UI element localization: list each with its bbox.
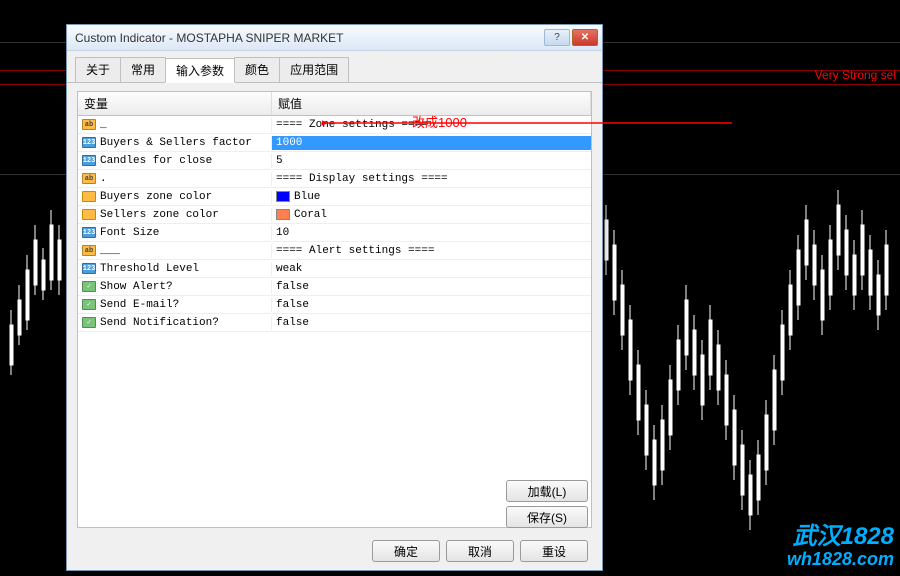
ok-button[interactable]: 确定 <box>372 540 440 562</box>
123-type-icon: 123 <box>82 155 96 166</box>
param-row[interactable]: ✓ Send Notification? false <box>78 314 591 332</box>
save-button[interactable]: 保存(S) <box>506 506 588 528</box>
param-name: Send Notification? <box>100 317 219 329</box>
param-name: Threshold Level <box>100 263 199 275</box>
help-button[interactable]: ? <box>544 29 570 46</box>
param-value[interactable]: Coral <box>272 208 591 222</box>
bool-type-icon: ✓ <box>82 299 96 310</box>
param-value[interactable]: 10 <box>272 226 591 240</box>
123-type-icon: 123 <box>82 263 96 274</box>
param-value[interactable]: 5 <box>272 154 591 168</box>
param-name: Show Alert? <box>100 281 173 293</box>
param-value[interactable]: Blue <box>272 190 591 204</box>
param-value[interactable]: false <box>272 316 591 330</box>
param-row[interactable]: ab ___ ==== Alert settings ==== <box>78 242 591 260</box>
color-swatch <box>276 209 290 220</box>
reset-button[interactable]: 重设 <box>520 540 588 562</box>
param-name: Candles for close <box>100 155 212 167</box>
parameters-grid: 变量 赋值 ab_==== Zone settings ====123Buyer… <box>77 91 592 528</box>
tab-2[interactable]: 输入参数 <box>165 58 235 83</box>
param-value[interactable]: ==== Display settings ==== <box>272 172 591 186</box>
ab-type-icon: ab <box>82 173 96 184</box>
param-value[interactable]: weak <box>272 262 591 276</box>
param-name: Buyers zone color <box>100 191 212 203</box>
param-row[interactable]: ab. ==== Display settings ==== <box>78 170 591 188</box>
param-name: Sellers zone color <box>100 209 219 221</box>
color-type-icon <box>82 191 96 202</box>
param-name: Font Size <box>100 227 159 239</box>
param-name: . <box>100 173 107 185</box>
watermark-line2: wh1828.com <box>787 550 894 570</box>
param-name: Send E-mail? <box>100 299 179 311</box>
annotation-text: 改成1000 <box>412 112 467 131</box>
123-type-icon: 123 <box>82 137 96 148</box>
watermark-line1: 武汉1828 <box>787 524 894 550</box>
tab-3[interactable]: 颜色 <box>234 57 280 82</box>
param-row[interactable]: 123 Threshold Level weak <box>78 260 591 278</box>
watermark: 武汉1828 wh1828.com <box>787 524 894 570</box>
indicator-dialog: Custom Indicator - MOSTAPHA SNIPER MARKE… <box>66 24 603 571</box>
param-value[interactable]: 1000 <box>272 136 591 150</box>
param-row[interactable]: ab_==== Zone settings ==== <box>78 116 591 134</box>
tab-strip: 关于常用输入参数颜色应用范围 <box>67 51 602 83</box>
param-row[interactable]: Buyers zone color Blue <box>78 188 591 206</box>
param-value[interactable]: false <box>272 298 591 312</box>
tab-4[interactable]: 应用范围 <box>279 57 349 82</box>
param-row[interactable]: Sellers zone color Coral <box>78 206 591 224</box>
param-name: Buyers & Sellers factor <box>100 137 252 149</box>
column-header-variable[interactable]: 变量 <box>78 92 272 115</box>
param-row[interactable]: 123 Font Size 10 <box>78 224 591 242</box>
param-row[interactable]: 123 Candles for close 5 <box>78 152 591 170</box>
tab-0[interactable]: 关于 <box>75 57 121 82</box>
bool-type-icon: ✓ <box>82 281 96 292</box>
bool-type-icon: ✓ <box>82 317 96 328</box>
ab-type-icon: ab <box>82 119 96 130</box>
param-value[interactable]: false <box>272 280 591 294</box>
param-name: _ <box>100 119 107 131</box>
123-type-icon: 123 <box>82 227 96 238</box>
param-row[interactable]: 123 Buyers & Sellers factor 1000 <box>78 134 591 152</box>
param-row[interactable]: ✓ Send E-mail? false <box>78 296 591 314</box>
ab-type-icon: ab <box>82 245 96 256</box>
param-row[interactable]: ✓ Show Alert? false <box>78 278 591 296</box>
cancel-button[interactable]: 取消 <box>446 540 514 562</box>
color-type-icon <box>82 209 96 220</box>
dialog-title: Custom Indicator - MOSTAPHA SNIPER MARKE… <box>75 31 544 45</box>
close-button[interactable]: ✕ <box>572 29 598 46</box>
tab-1[interactable]: 常用 <box>120 57 166 82</box>
titlebar[interactable]: Custom Indicator - MOSTAPHA SNIPER MARKE… <box>67 25 602 51</box>
load-button[interactable]: 加载(L) <box>506 480 588 502</box>
param-value[interactable]: ==== Alert settings ==== <box>272 244 591 258</box>
param-name: ___ <box>100 245 120 257</box>
color-swatch <box>276 191 290 202</box>
